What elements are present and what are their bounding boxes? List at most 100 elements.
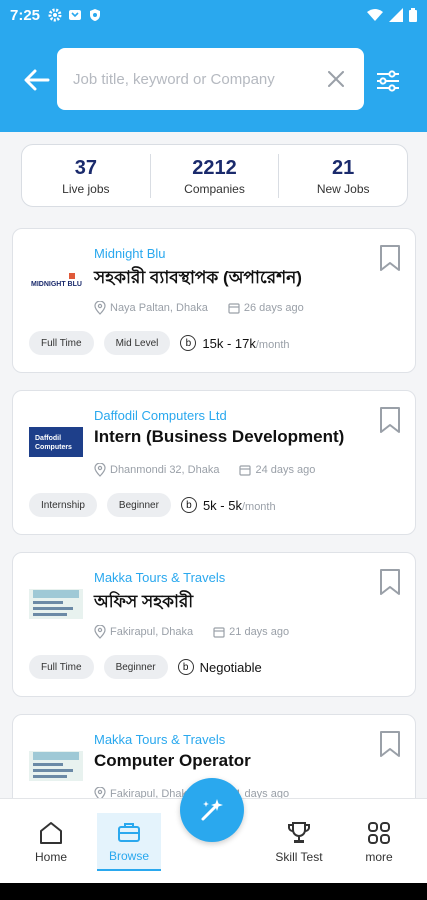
sparkle-wand-icon [201, 799, 223, 821]
company-logo [29, 589, 83, 619]
nav-home[interactable]: Home [19, 813, 83, 871]
job-location: Dhanmondi 32, Dhaka [110, 464, 220, 476]
search-box[interactable] [57, 48, 364, 110]
company-logo: Daffodil Computers [29, 427, 83, 457]
nav-browse[interactable]: Browse [97, 813, 161, 871]
job-location: Naya Paltan, Dhaka [110, 302, 208, 314]
job-title[interactable]: Intern (Business Development) [94, 427, 344, 447]
shield-icon [90, 9, 101, 21]
job-level-tag: Beginner [103, 655, 168, 679]
nav-skill-test[interactable]: Skill Test [267, 813, 331, 871]
bookmark-icon [380, 731, 400, 757]
stat-live-jobs[interactable]: 37 Live jobs [22, 154, 150, 198]
nav-label: more [365, 850, 393, 864]
bookmark-icon [380, 407, 400, 433]
close-icon [328, 71, 344, 87]
clear-search-button[interactable] [324, 67, 348, 91]
salary-unit: /month [241, 500, 276, 513]
system-nav-bar [0, 883, 427, 900]
job-posted: 24 days ago [255, 464, 316, 476]
job-salary: b Negotiable [177, 659, 262, 675]
job-type-tag: Full Time [29, 331, 94, 355]
location-pin-icon [94, 463, 106, 477]
grid-icon [368, 822, 390, 844]
nav-more[interactable]: more [347, 813, 411, 871]
stat-label: Companies [184, 181, 245, 196]
job-meta: Naya Paltan, Dhaka 26 days ago [94, 301, 304, 315]
wifi-icon [367, 9, 383, 21]
location-pin-icon [94, 625, 106, 639]
gear-icon [48, 8, 62, 22]
job-meta: Dhanmondi 32, Dhaka 24 days ago [94, 463, 315, 477]
taka-icon: b [180, 335, 197, 351]
calendar-icon [239, 465, 252, 476]
company-name[interactable]: Makka Tours & Travels [94, 570, 225, 585]
stat-value: 37 [74, 156, 97, 179]
nav-label: Skill Test [275, 850, 323, 864]
job-meta: Fakirapul, Dhaka 21 days ago [94, 625, 289, 639]
arrow-left-icon [24, 69, 50, 91]
signal-icon [389, 8, 403, 22]
job-tags: Full Time Mid Level b 15k - 17k/month [29, 331, 290, 355]
taka-icon: b [180, 497, 197, 513]
salary-unit: /month [255, 338, 290, 351]
search-input[interactable] [73, 70, 324, 88]
job-location: Fakirapul, Dhaka [110, 626, 194, 638]
sliders-icon [377, 70, 399, 92]
trophy-icon [288, 822, 310, 843]
location-pin-icon [94, 301, 106, 315]
job-tags: Internship Beginner b 5k - 5k/month [29, 493, 276, 517]
stat-label: Live jobs [62, 181, 110, 196]
job-card[interactable]: MIDNIGHT BLU Midnight Blu সহকারী ব্যাবস্… [12, 228, 416, 373]
briefcase-icon [118, 823, 140, 842]
home-icon [40, 822, 62, 844]
company-logo: MIDNIGHT BLU [29, 265, 83, 295]
bookmark-button[interactable] [377, 729, 403, 759]
company-name[interactable]: Midnight Blu [94, 246, 166, 261]
bookmark-button[interactable] [377, 243, 403, 273]
filter-button[interactable] [374, 67, 402, 95]
job-level-tag: Beginner [106, 493, 171, 517]
logo-text: Computers [35, 444, 72, 451]
job-type-tag: Internship [29, 493, 97, 517]
logo-text: Daffodil [35, 435, 61, 442]
stat-value: 21 [332, 156, 355, 179]
pocket-icon [69, 10, 82, 20]
back-button[interactable] [22, 65, 52, 95]
company-name[interactable]: Makka Tours & Travels [94, 732, 225, 747]
battery-icon [409, 8, 417, 22]
job-posted: 26 days ago [243, 302, 304, 314]
job-posted: 21 days ago [229, 626, 290, 638]
job-title[interactable]: Computer Operator [94, 751, 251, 771]
nav-label: Home [34, 850, 67, 864]
status-bar: 7:25 [0, 0, 427, 30]
nav-label: Browse [108, 849, 149, 863]
taka-icon: b [177, 659, 194, 675]
company-name[interactable]: Daffodil Computers Ltd [94, 408, 227, 423]
status-time: 7:25 [10, 6, 41, 24]
stats-summary: 37 Live jobs 2212 Companies 21 New Jobs [21, 144, 408, 207]
job-salary: b 15k - 17k/month [180, 335, 290, 351]
bookmark-button[interactable] [377, 405, 403, 435]
job-type-tag: Full Time [29, 655, 94, 679]
stat-new-jobs[interactable]: 21 New Jobs [278, 153, 407, 198]
search-header [0, 30, 427, 132]
calendar-icon [228, 303, 240, 314]
job-tags: Full Time Beginner b Negotiable [29, 655, 262, 679]
salary-range: 5k - 5k [202, 497, 242, 513]
job-title[interactable]: সহকারী ব্যাবস্থাপক (অপারেশন) [94, 265, 302, 293]
job-title[interactable]: অফিস সহকারী [94, 589, 193, 617]
logo-text: MIDNIGHT BLU [31, 281, 82, 288]
ai-action-button[interactable] [180, 778, 244, 842]
job-card[interactable]: Makka Tours & Travels অফিস সহকারী Fakira… [12, 552, 416, 697]
job-level-tag: Mid Level [103, 331, 171, 355]
job-salary: b 5k - 5k/month [180, 497, 276, 513]
job-card[interactable]: Daffodil Computers Daffodil Computers Ltd… [12, 390, 416, 535]
calendar-icon [213, 627, 225, 638]
salary-range: 15k - 17k [202, 335, 256, 351]
salary-range: Negotiable [199, 659, 262, 675]
stat-companies[interactable]: 2212 Companies [149, 153, 279, 198]
bookmark-button[interactable] [377, 567, 403, 597]
company-logo [29, 751, 83, 781]
stat-label: New Jobs [316, 181, 370, 196]
